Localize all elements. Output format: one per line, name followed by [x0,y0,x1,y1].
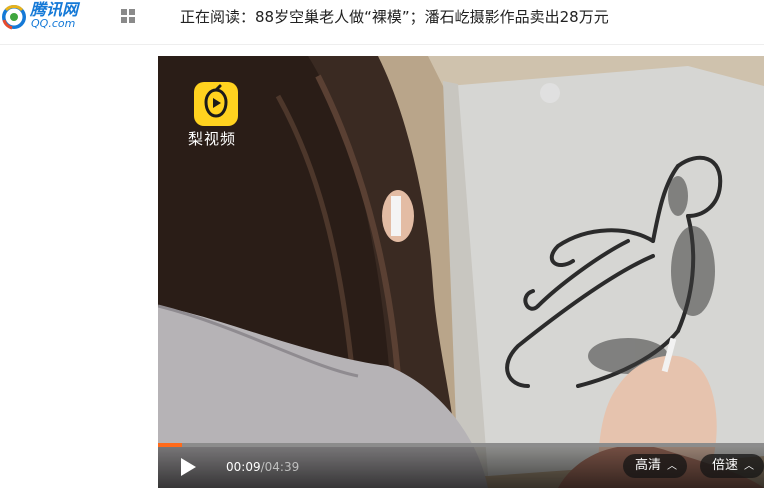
chevron-up-icon: ︿ [667,461,678,472]
pear-video-label: 梨视频 [188,130,237,148]
top-bar: 腾讯网 QQ.com 正在阅读：88岁空巢老人做“裸模”；潘石屹摄影作品卖出28… [0,0,764,40]
page: 腾讯网 QQ.com 正在阅读：88岁空巢老人做“裸模”；潘石屹摄影作品卖出28… [0,0,764,488]
play-icon[interactable] [178,457,198,477]
video-frame [158,56,764,488]
now-reading-title[interactable]: 正在阅读：88岁空巢老人做“裸模”；潘石屹摄影作品卖出28万元 [180,6,609,28]
header-divider [0,44,764,45]
pear-video-logo-icon [194,82,238,126]
logo-subtext: QQ.com [31,17,76,30]
control-bar: 00:09/04:39 高清 ︿ 倍速 ︿ [158,447,764,488]
time-display: 00:09/04:39 [226,458,299,476]
quality-button[interactable]: 高清 ︿ [623,454,687,478]
duration: /04:39 [260,460,300,474]
speed-label: 倍速 [712,458,739,473]
current-time: 00:09 [226,460,261,474]
speed-button[interactable]: 倍速 ︿ [700,454,764,478]
video-player[interactable]: 梨视频 00:09/04:39 高清 ︿ 倍速 ︿ [158,56,764,488]
quality-label: 高清 [635,458,662,473]
tencent-logo-icon [2,5,26,30]
grid-icon[interactable] [121,9,135,23]
pear-video-watermark: 梨视频 [188,82,244,152]
chevron-up-icon: ︿ [744,461,755,472]
tencent-logo[interactable]: 腾讯网 QQ.com [0,0,100,36]
